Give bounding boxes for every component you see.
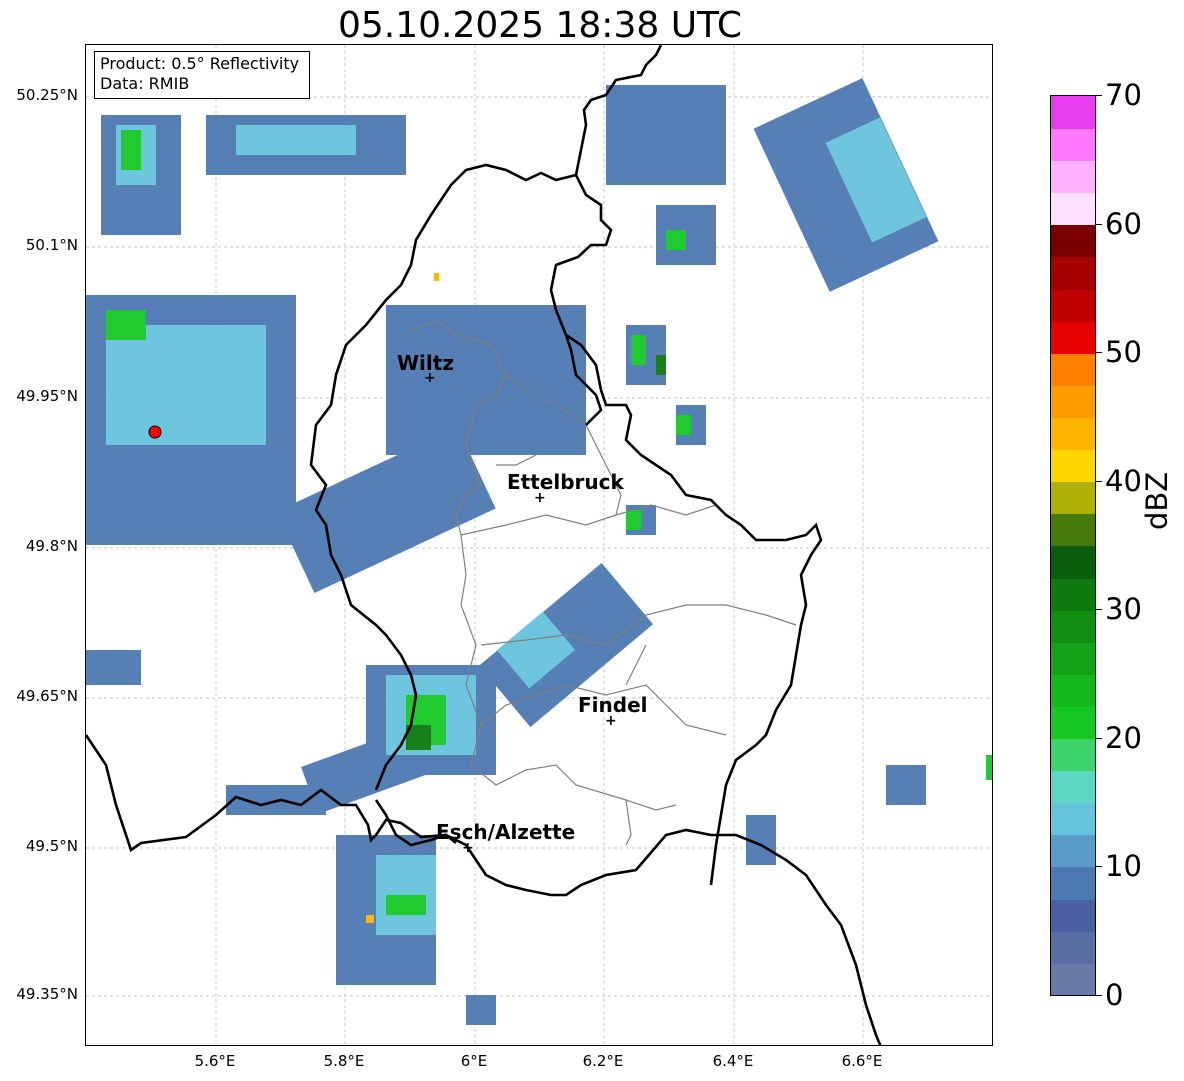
radar-site-marker [148,425,162,439]
colorbar-segment [1051,738,1095,772]
colorbar-segment [1051,128,1095,162]
colorbar-tick [1096,995,1102,996]
colorbar-tick [1096,866,1102,868]
colorbar-segment [1051,320,1095,354]
colorbar-segment [1051,224,1095,258]
colorbar-segment [1051,256,1095,290]
lat-label-49-35: 49.35°N [16,985,78,1003]
lon-label-6-6: 6.6°E [841,1052,883,1070]
lon-label-5-6: 5.6°E [194,1052,236,1070]
product-info-box: Product: 0.5° Reflectivity Data: RMIB [94,51,310,99]
colorbar-segment [1051,898,1095,932]
colorbar-segment [1051,417,1095,451]
lat-label-49-95: 49.95°N [16,387,78,405]
colorbar-tick-label: 70 [1105,78,1142,112]
colorbar-segment [1051,352,1095,386]
colorbar-segment [1051,673,1095,707]
lon-label-6-2: 6.2°E [582,1052,624,1070]
lat-label-50-25: 50.25°N [16,86,78,104]
colorbar-tick [1096,223,1102,225]
data-source-label: Data: RMIB [100,74,190,93]
national-borders [86,45,882,1045]
city-label-esch-alzette: Esch/Alzette [436,820,576,844]
colorbar-segment [1051,449,1095,483]
colorbar-segment [1051,930,1095,964]
colorbar-segment [1051,545,1095,579]
city-marker-findel: + [605,713,617,729]
colorbar-tick [1096,609,1102,611]
map-title: 05.10.2025 18:38 UTC [337,5,743,46]
city-label-ettelbruck: Ettelbruck [507,470,624,494]
colorbar-tick [1096,737,1102,739]
colorbar-segment [1051,96,1095,129]
colorbar-tick-label: 10 [1105,849,1142,884]
colorbar-segment [1051,577,1095,611]
colorbar-tick-label: 50 [1105,335,1142,370]
colorbar-tick-label: 60 [1105,206,1142,241]
colorbar-segment [1051,641,1095,675]
map-canvas [86,45,992,1045]
city-marker-wiltz: + [424,370,436,386]
colorbar-segment [1051,802,1095,836]
colorbar-unit-label: dBZ [1140,471,1174,530]
colorbar-tick-label: 30 [1105,592,1142,627]
colorbar-segment [1051,192,1095,226]
colorbar-segment [1051,706,1095,740]
colorbar-segment [1051,609,1095,643]
city-marker-esch-alzette: + [462,840,474,856]
colorbar-tick [1096,352,1102,354]
radar-map[interactable] [85,44,993,1046]
reflectivity-colorbar [1050,95,1096,996]
lon-label-5-8: 5.8°E [323,1052,365,1070]
reflectivity-echoes [86,78,992,1025]
colorbar-tick-label: 0 [1105,978,1124,1012]
city-marker-ettelbruck: + [534,490,546,506]
lat-label-49-65: 49.65°N [16,687,78,705]
colorbar-segment [1051,513,1095,547]
colorbar-segment [1051,770,1095,804]
colorbar-segment [1051,288,1095,322]
colorbar-tick [1096,480,1102,482]
colorbar-tick [1096,95,1102,96]
lat-label-50-1: 50.1°N [25,236,78,254]
lon-label-6-4: 6.4°E [712,1052,754,1070]
colorbar-tick-label: 40 [1105,463,1142,498]
lat-label-49-5: 49.5°N [25,837,78,855]
colorbar-segment [1051,160,1095,194]
colorbar-segment [1051,481,1095,515]
lat-label-49-8: 49.8°N [25,537,78,555]
colorbar-tick-label: 20 [1105,720,1142,755]
product-label: Product: 0.5° Reflectivity [100,54,300,73]
colorbar-segment [1051,834,1095,868]
colorbar-segment [1051,384,1095,418]
colorbar-segment [1051,866,1095,900]
colorbar-segment [1051,962,1095,995]
lon-label-6: 6°E [460,1052,488,1070]
